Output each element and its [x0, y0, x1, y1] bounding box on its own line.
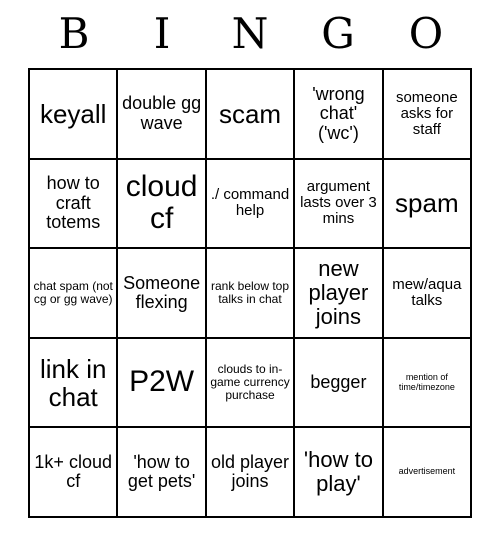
bingo-cell-b3[interactable]: chat spam (not cg or gg wave)	[30, 249, 119, 339]
bingo-cell-b2[interactable]: how to craft totems	[30, 159, 119, 250]
bingo-header-letter-n: N	[231, 9, 269, 58]
bingo-cell-text: link in chat	[39, 353, 107, 412]
bingo-cell-text: double gg wave	[122, 93, 202, 133]
bingo-cell-text: ./ command help	[210, 186, 290, 220]
bingo-cell-o4[interactable]: mention of time/timezone	[383, 338, 473, 429]
bingo-cell-text: begger	[310, 371, 367, 392]
bingo-cell-text: cloud cf	[125, 170, 198, 236]
bingo-grid: keyall double gg wave scam 'wrong chat' …	[28, 68, 473, 518]
bingo-cell-text: 'wrong chat' ('wc')	[312, 83, 365, 143]
bingo-cell-i3[interactable]: Someone flexing	[118, 249, 207, 339]
bingo-cell-text: rank below top talks in chat	[210, 279, 290, 306]
bingo-cell-text: old player joins	[210, 451, 290, 492]
bingo-header-letter-o: O	[408, 9, 444, 58]
bingo-cell-text: new player joins	[308, 256, 369, 329]
bingo-row: 1k+ cloud cf 'how to get pets' old playe…	[30, 428, 473, 518]
bingo-cell-text: 'how to get pets'	[127, 451, 196, 492]
bingo-cell-g2[interactable]: argument lasts over 3 mins	[295, 159, 384, 250]
bingo-cell-text: clouds to in-game currency purchase	[210, 362, 290, 403]
bingo-header-letter-i: I	[153, 9, 171, 58]
bingo-cell-b1[interactable]: keyall	[30, 70, 119, 160]
bingo-cell-text: 1k+ cloud cf	[34, 451, 112, 492]
bingo-cell-o2[interactable]: spam	[383, 159, 473, 250]
bingo-cell-g4[interactable]: begger	[295, 338, 384, 429]
bingo-cell-i5[interactable]: 'how to get pets'	[118, 428, 207, 518]
bingo-cell-g1[interactable]: 'wrong chat' ('wc')	[295, 70, 384, 160]
bingo-header: B I N G O	[28, 0, 472, 68]
bingo-header-letter-b: B	[58, 9, 90, 58]
bingo-cell-g5[interactable]: 'how to play'	[295, 428, 384, 518]
bingo-cell-text: advertisement	[398, 466, 456, 477]
bingo-cell-i1[interactable]: double gg wave	[118, 70, 207, 160]
bingo-row: chat spam (not cg or gg wave) Someone fl…	[30, 249, 473, 339]
bingo-card: B I N G O keyall double gg wave scam 'wr…	[0, 0, 500, 544]
bingo-cell-n5[interactable]: old player joins	[206, 428, 296, 518]
bingo-cell-text: spam	[395, 188, 459, 219]
bingo-header-letter-g: G	[321, 9, 355, 58]
bingo-cell-n4[interactable]: clouds to in-game currency purchase	[206, 338, 296, 429]
bingo-row: keyall double gg wave scam 'wrong chat' …	[30, 70, 473, 160]
bingo-cell-o3[interactable]: mew/aqua talks	[383, 249, 473, 339]
bingo-cell-text: mew/aqua talks	[392, 275, 462, 309]
bingo-row: link in chat P2W clouds to in-game curre…	[30, 338, 473, 429]
bingo-cell-n3[interactable]: rank below top talks in chat	[206, 249, 296, 339]
bingo-cell-text: P2W	[129, 365, 195, 399]
bingo-cell-text: how to craft totems	[46, 173, 101, 233]
bingo-row: how to craft totems cloud cf ./ command …	[30, 159, 473, 250]
bingo-cell-text: keyall	[39, 98, 107, 129]
bingo-cell-text: Someone flexing	[123, 272, 201, 312]
bingo-cell-b4[interactable]: link in chat	[30, 338, 119, 429]
bingo-cell-o1[interactable]: someone asks for staff	[383, 70, 473, 160]
bingo-cell-text: someone asks for staff	[395, 88, 458, 138]
bingo-cell-text: 'how to play'	[303, 447, 373, 497]
bingo-cell-g3[interactable]: new player joins	[295, 249, 384, 339]
bingo-cell-o5[interactable]: advertisement	[383, 428, 473, 518]
bingo-cell-text: chat spam (not cg or gg wave)	[33, 279, 113, 306]
bingo-cell-i4[interactable]: P2W	[118, 338, 207, 429]
bingo-cell-b5[interactable]: 1k+ cloud cf	[30, 428, 119, 518]
bingo-cell-n1[interactable]: scam	[206, 70, 296, 160]
bingo-cell-i2[interactable]: cloud cf	[118, 159, 207, 250]
bingo-cell-text: argument lasts over 3 mins	[300, 178, 377, 228]
bingo-cell-n2[interactable]: ./ command help	[206, 159, 296, 250]
bingo-cell-text: mention of time/timezone	[398, 371, 455, 392]
bingo-cell-text: scam	[218, 98, 282, 129]
